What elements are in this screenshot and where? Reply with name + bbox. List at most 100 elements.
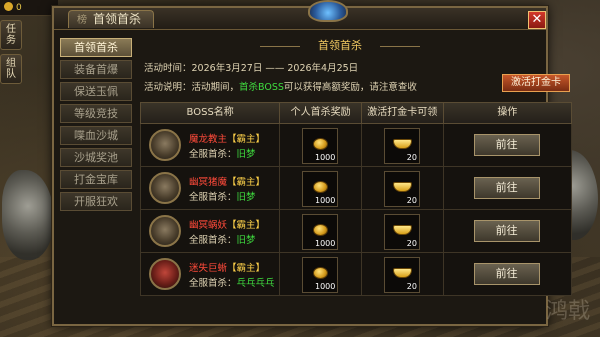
activity-desc-label: 活动说明：活动期间， bbox=[144, 82, 240, 93]
table-row: 幽冥猪魔【霸主】 全服首杀：旧梦 1000 20 前往 bbox=[140, 167, 572, 210]
server-first-label: 全服首杀： bbox=[189, 235, 237, 246]
boss-cell: 幽冥猪魔【霸主】 全服首杀：旧梦 bbox=[141, 167, 281, 209]
side-tab-team[interactable]: 组队 bbox=[0, 54, 22, 84]
boss-portrait-icon bbox=[149, 258, 181, 290]
gold-coin-icon bbox=[313, 181, 329, 193]
activate-gold-card-button[interactable]: 激活打金卡 bbox=[502, 74, 570, 92]
close-button[interactable]: ✕ bbox=[528, 11, 546, 29]
table-row: 魔龙教主【霸主】 全服首杀：旧梦 1000 20 前往 bbox=[140, 124, 572, 167]
nav-item-equip-first-drop[interactable]: 装备首爆 bbox=[60, 60, 132, 79]
boss-portrait-icon bbox=[149, 215, 181, 247]
nav-item-jade-pendant[interactable]: 保送玉佩 bbox=[60, 82, 132, 101]
window-titlebar: 榜首领首杀 ✕ bbox=[54, 0, 546, 30]
boss-name: 魔龙教主【霸主】 bbox=[189, 131, 265, 145]
boss-cell: 魔龙教主【霸主】 全服首杀：旧梦 bbox=[141, 124, 281, 166]
gold-counter: 0 bbox=[0, 0, 58, 16]
go-button[interactable]: 前往 bbox=[473, 134, 540, 156]
server-first-player: 乓乓乓乓 bbox=[236, 278, 275, 289]
reward-slot[interactable]: 20 bbox=[383, 171, 420, 207]
reward-qty: 20 bbox=[406, 153, 417, 162]
gold-coin-icon bbox=[313, 267, 329, 279]
reward-qty: 20 bbox=[406, 282, 417, 291]
go-button[interactable]: 前往 bbox=[473, 220, 540, 242]
server-first-player: 旧梦 bbox=[236, 192, 256, 203]
boss-portrait-icon bbox=[149, 172, 181, 204]
header-card-reward: 激活打金卡可领 bbox=[362, 103, 444, 123]
boss-name-text: 魔龙教主 bbox=[189, 134, 228, 145]
activity-time-value: 2026年3月27日 —— 2026年4月25日 bbox=[191, 63, 359, 74]
boss-tag: 【霸主】 bbox=[227, 134, 266, 145]
card-reward-cell: 20 bbox=[362, 210, 444, 252]
server-first-label: 全服首杀： bbox=[189, 149, 237, 160]
reward-qty: 1000 bbox=[315, 153, 336, 162]
gold-coin-icon bbox=[313, 138, 329, 150]
gold-ingot-icon bbox=[392, 139, 412, 149]
nav-item-siege[interactable]: 喋血沙城 bbox=[60, 126, 132, 145]
header-boss-name: BOSS名称 bbox=[141, 103, 281, 123]
boss-tag: 【霸主】 bbox=[227, 263, 266, 274]
reward-slot[interactable]: 20 bbox=[383, 214, 420, 250]
reward-slot[interactable]: 1000 bbox=[302, 257, 339, 293]
server-first-player: 旧梦 bbox=[236, 149, 256, 160]
activity-description: 活动说明：活动期间，首杀BOSS可以获得高额奖励，请注意查收 bbox=[144, 79, 417, 93]
server-first-kill: 全服首杀：旧梦 bbox=[189, 146, 256, 160]
server-first-kill: 全服首杀：旧梦 bbox=[189, 189, 256, 203]
action-cell: 前往 bbox=[444, 124, 571, 166]
personal-reward-cell: 1000 bbox=[280, 210, 362, 252]
boss-name: 幽冥猪魔【霸主】 bbox=[189, 174, 265, 188]
nav-item-boss-first-kill[interactable]: 首领首杀 bbox=[60, 38, 132, 57]
side-tab-task[interactable]: 任务 bbox=[0, 20, 22, 50]
gold-ingot-icon bbox=[392, 268, 412, 278]
card-reward-cell: 20 bbox=[362, 124, 444, 166]
reward-slot[interactable]: 20 bbox=[383, 257, 420, 293]
go-button[interactable]: 前往 bbox=[473, 177, 540, 199]
window-title: 首领首杀 bbox=[93, 12, 142, 26]
action-cell: 前往 bbox=[444, 253, 571, 295]
content-banner: 首领首杀 bbox=[260, 38, 420, 54]
boss-cell: 迷失巨蜥【霸主】 全服首杀：乓乓乓乓 bbox=[141, 253, 281, 295]
activity-time: 活动时间：2026年3月27日 —— 2026年4月25日 bbox=[144, 60, 358, 74]
table-row: 迷失巨蜥【霸主】 全服首杀：乓乓乓乓 1000 20 前往 bbox=[140, 253, 572, 296]
go-button[interactable]: 前往 bbox=[473, 263, 540, 285]
boss-name: 迷失巨蜥【霸主】 bbox=[189, 260, 265, 274]
table-header: BOSS名称 个人首杀奖励 激活打金卡可领 操作 bbox=[140, 102, 572, 124]
header-personal-reward: 个人首杀奖励 bbox=[280, 103, 362, 123]
boss-table: BOSS名称 个人首杀奖励 激活打金卡可领 操作 魔龙教主【霸主】 全服首杀：旧… bbox=[140, 102, 572, 296]
reward-slot[interactable]: 1000 bbox=[302, 171, 339, 207]
title-tab-prefix: 榜 bbox=[77, 15, 87, 26]
reward-slot[interactable]: 1000 bbox=[302, 214, 339, 250]
reward-slot[interactable]: 20 bbox=[383, 128, 420, 164]
table-row: 幽冥蜗妖【霸主】 全服首杀：旧梦 1000 20 前往 bbox=[140, 210, 572, 253]
reward-qty: 1000 bbox=[315, 282, 336, 291]
watermark-logo: 鸿戟 bbox=[545, 299, 590, 324]
boss-tag: 【霸主】 bbox=[227, 177, 266, 188]
nav-item-level-race[interactable]: 等级竞技 bbox=[60, 104, 132, 123]
personal-reward-cell: 1000 bbox=[280, 167, 362, 209]
side-tabs: 任务 组队 bbox=[0, 20, 24, 88]
activity-desc-highlight: 首杀BOSS bbox=[239, 82, 284, 93]
server-first-kill: 全服首杀：乓乓乓乓 bbox=[189, 275, 275, 289]
reward-slot[interactable]: 1000 bbox=[302, 128, 339, 164]
guild-emblem-icon bbox=[308, 0, 348, 22]
activity-nav: 首领首杀 装备首爆 保送玉佩 等级竞技 喋血沙城 沙城奖池 打金宝库 开服狂欢 bbox=[60, 38, 132, 214]
boss-tag: 【霸主】 bbox=[227, 220, 266, 231]
reward-qty: 1000 bbox=[315, 239, 336, 248]
server-first-label: 全服首杀： bbox=[189, 192, 237, 203]
action-cell: 前往 bbox=[444, 210, 571, 252]
activity-time-label: 活动时间： bbox=[144, 63, 192, 74]
boss-cell: 幽冥蜗妖【霸主】 全服首杀：旧梦 bbox=[141, 210, 281, 252]
title-tab: 榜首领首杀 bbox=[68, 10, 155, 28]
nav-item-gold-vault[interactable]: 打金宝库 bbox=[60, 170, 132, 189]
personal-reward-cell: 1000 bbox=[280, 124, 362, 166]
card-reward-cell: 20 bbox=[362, 167, 444, 209]
nav-item-siege-pool[interactable]: 沙城奖池 bbox=[60, 148, 132, 167]
gold-coin-icon bbox=[4, 2, 13, 11]
gold-amount: 0 bbox=[16, 3, 22, 13]
boss-name: 幽冥蜗妖【霸主】 bbox=[189, 217, 265, 231]
header-action: 操作 bbox=[497, 107, 518, 118]
reward-qty: 20 bbox=[406, 196, 417, 205]
nav-item-launch-carnival[interactable]: 开服狂欢 bbox=[60, 192, 132, 211]
server-first-player: 旧梦 bbox=[236, 235, 256, 246]
server-first-kill: 全服首杀：旧梦 bbox=[189, 232, 256, 246]
boss-name-text: 迷失巨蜥 bbox=[189, 263, 228, 274]
